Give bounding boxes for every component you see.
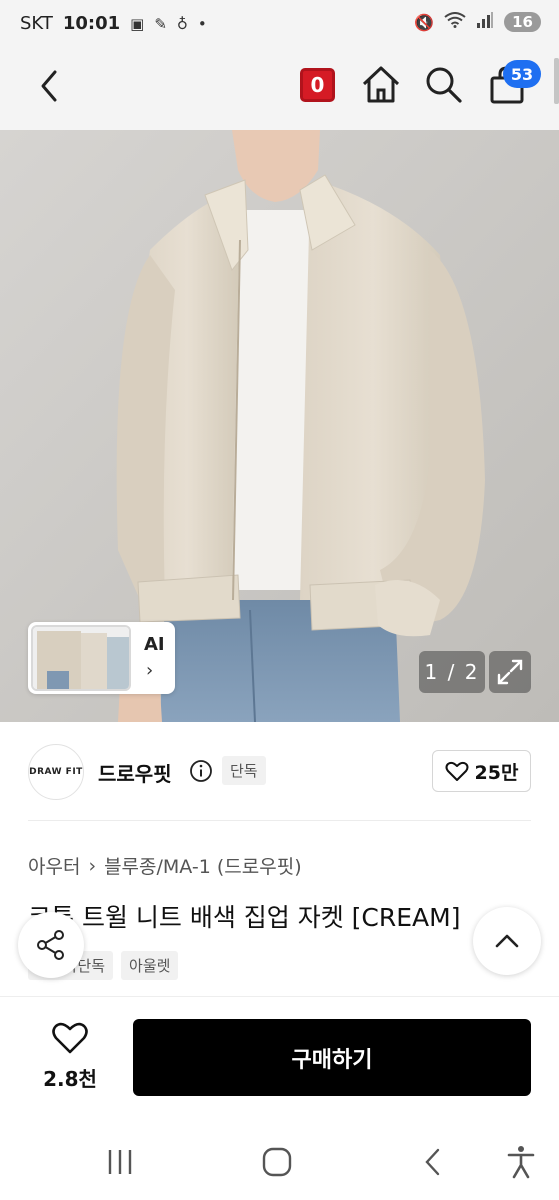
home-nav-button[interactable] [257, 1142, 297, 1182]
brand-logo[interactable]: DRAW FIT [28, 744, 84, 800]
search-button[interactable] [423, 64, 463, 104]
expand-image-button[interactable] [489, 651, 531, 693]
info-icon[interactable] [189, 759, 213, 783]
clock: 10:01 [62, 13, 121, 34]
image-page-indicator: 1 / 2 [419, 651, 485, 693]
brand-like-button[interactable]: 25만 [432, 750, 531, 792]
exclusive-tag: 단독 [222, 756, 266, 785]
heart-icon [445, 761, 469, 781]
accessibility-icon [507, 1146, 535, 1179]
recent-apps-icon [108, 1150, 132, 1174]
battery-indicator: 16 [504, 12, 541, 32]
product-image[interactable]: AI › 1 / 2 [0, 130, 559, 722]
chevron-up-icon [495, 934, 519, 948]
app-notification-icon: ♁ [176, 14, 188, 33]
ai-recommend-card[interactable]: AI › [28, 622, 175, 694]
back-icon [41, 70, 57, 102]
breadcrumb-subcategory[interactable]: 블루종/MA-1 (드로우핏) [104, 852, 302, 879]
notification-icon: ✎ [154, 14, 167, 33]
wishlist-button[interactable]: 2.8천 [30, 1021, 110, 1092]
breadcrumb-category[interactable]: 아우터 [28, 852, 80, 879]
ai-label: AI [144, 634, 165, 655]
heart-icon [52, 1022, 88, 1054]
back-button[interactable] [30, 66, 70, 106]
divider [28, 820, 531, 821]
buy-button[interactable]: 구매하기 [133, 1019, 531, 1096]
scroll-to-top-button[interactable] [473, 907, 541, 975]
back-nav-button[interactable] [413, 1142, 453, 1182]
system-navigation-bar [0, 1120, 559, 1200]
scroll-indicator[interactable] [554, 58, 559, 104]
status-bar: SKT 10:01 ▣ ✎ ♁ • 🔇 16 [0, 0, 559, 50]
expand-icon [497, 659, 523, 685]
signal-icon [476, 12, 494, 32]
cart-count-badge: 53 [503, 60, 541, 88]
share-icon [37, 930, 64, 960]
app-header: 0 53 [0, 50, 559, 130]
status-left: SKT 10:01 ▣ ✎ ♁ • [20, 13, 207, 34]
accessibility-button[interactable] [501, 1142, 541, 1182]
home-icon [362, 66, 400, 103]
carrier-label: SKT [20, 13, 53, 34]
mute-icon: 🔇 [414, 12, 435, 32]
home-nav-icon [262, 1147, 292, 1177]
breadcrumb: 아우터 › 블루종/MA-1 (드로우핏) [28, 852, 302, 879]
brand-row: DRAW FIT 드로우핏 단독 25만 [0, 722, 559, 822]
status-right: 🔇 16 [414, 12, 541, 32]
search-icon [426, 67, 462, 103]
recommend-thumbnail [31, 625, 131, 691]
recent-apps-button[interactable] [100, 1142, 140, 1182]
more-notifications-dot-icon: • [197, 14, 207, 33]
brand-like-count: 25만 [474, 761, 519, 784]
share-button[interactable] [18, 912, 84, 978]
wishlist-count: 2.8천 [43, 1067, 97, 1091]
screenshot-icon: ▣ [130, 14, 145, 33]
breadcrumb-separator-icon: › [88, 854, 97, 877]
notification-icons: ▣ ✎ ♁ • [130, 15, 207, 33]
tag-outlet: 아울렛 [121, 951, 179, 980]
wifi-icon [444, 12, 466, 32]
purchase-bar: 2.8천 구매하기 [0, 996, 559, 1120]
home-button[interactable] [360, 63, 402, 105]
product-title: 코튼 트윌 니트 배색 집업 자켓 [CREAM] [28, 903, 461, 932]
chevron-right-icon: › [146, 660, 154, 681]
back-nav-icon [425, 1148, 440, 1176]
brand-name[interactable]: 드로우핏 [98, 758, 172, 787]
points-badge[interactable]: 0 [300, 68, 335, 102]
